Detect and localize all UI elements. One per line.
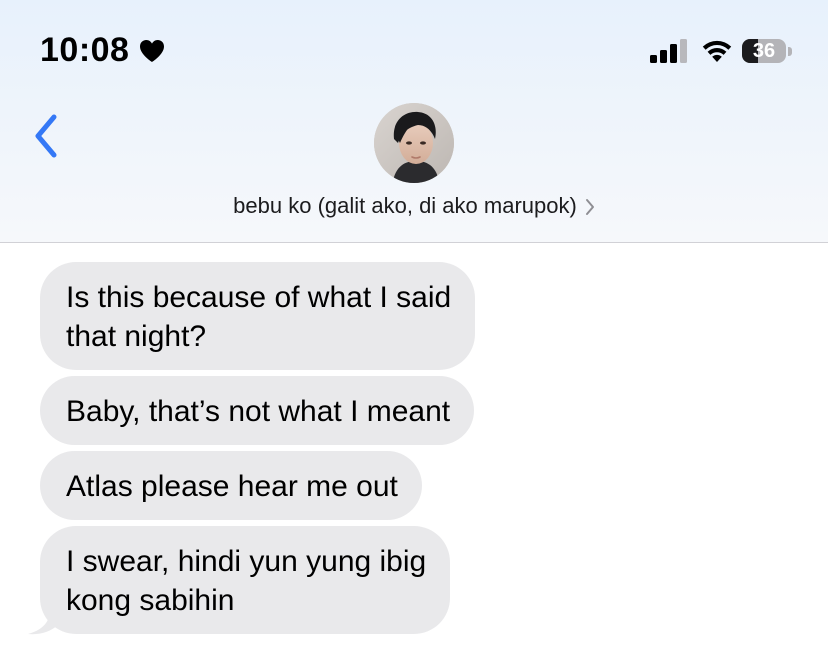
contact-avatar[interactable]: [374, 103, 454, 183]
message-bubble[interactable]: I swear, hindi yun yung ibig kong sabihi…: [28, 526, 451, 635]
message-line: that night?: [66, 320, 207, 353]
back-button[interactable]: [30, 112, 64, 160]
contact-name: bebu ko (galit ako, di ako marupok): [233, 193, 577, 218]
chevron-left-icon: [35, 114, 57, 158]
message-line: Baby, that’s not what I meant: [66, 395, 451, 428]
message-list: Is this because of what I said that nigh…: [28, 262, 800, 640]
status-icons: 36: [650, 36, 792, 66]
status-time-text: 10:08: [40, 31, 130, 69]
message-line: Is this because of what I said: [66, 281, 452, 314]
bubble-tail: [28, 609, 58, 635]
contact-name-row[interactable]: bebu ko (galit ako, di ako marupok): [0, 193, 828, 219]
avatar-photo: [374, 103, 454, 183]
message-line: I swear, hindi yun yung ibig: [66, 545, 427, 578]
message-bubble[interactable]: Baby, that’s not what I meant: [40, 376, 475, 445]
message-bubble[interactable]: Is this because of what I said that nigh…: [40, 262, 476, 370]
signal-icon: [650, 39, 687, 63]
battery-cap: [788, 46, 792, 56]
battery-level: 36: [752, 39, 776, 62]
message-bubble[interactable]: Atlas please hear me out: [40, 451, 422, 520]
status-time: 10:08: [40, 31, 165, 70]
wifi-icon: [702, 40, 732, 62]
battery-body: 36: [742, 39, 786, 63]
battery-icon: 36: [742, 38, 792, 64]
message-line: kong sabihin: [66, 584, 235, 617]
message-line: Atlas please hear me out: [66, 470, 398, 503]
heart-icon: [140, 39, 165, 62]
chevron-right-icon: [585, 199, 594, 216]
conversation-header: 10:08 36 bebu ko (galit ako, di ako maru…: [0, 0, 828, 243]
